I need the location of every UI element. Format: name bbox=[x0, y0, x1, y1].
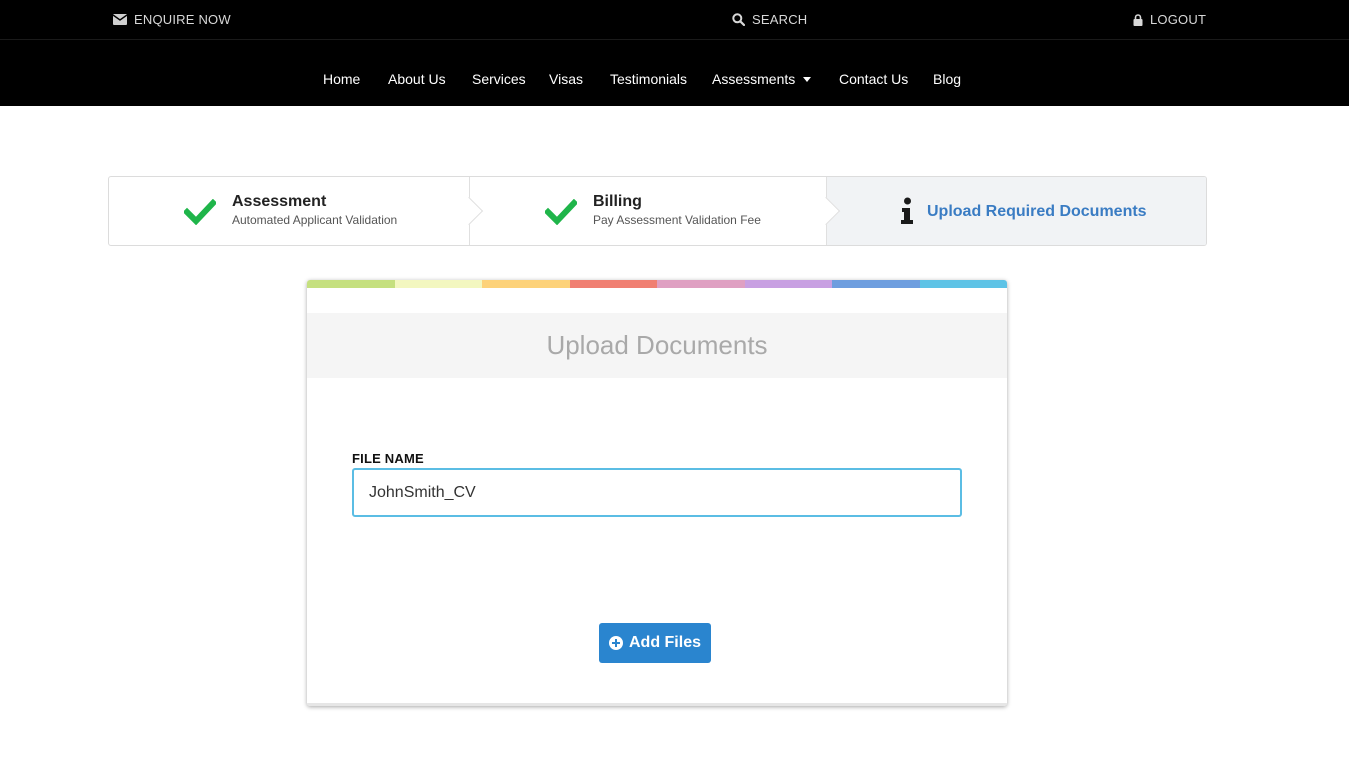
color-strip-segment bbox=[744, 280, 832, 288]
search-icon bbox=[732, 13, 745, 26]
nav-label: Services bbox=[472, 71, 526, 87]
nav-label: About Us bbox=[388, 71, 446, 87]
color-strip-segment bbox=[919, 280, 1007, 288]
search-label: SEARCH bbox=[752, 12, 808, 27]
step-billing: Billing Pay Assessment Validation Fee bbox=[469, 177, 826, 245]
nav-label: Home bbox=[323, 71, 361, 87]
color-strip-segment bbox=[569, 280, 657, 288]
step-title: Assessment bbox=[232, 193, 327, 210]
nav-item-assessments[interactable]: Assessments bbox=[712, 71, 812, 87]
file-name-input[interactable] bbox=[352, 468, 962, 517]
nav-item-contact-us[interactable]: Contact Us bbox=[839, 71, 908, 87]
color-strip bbox=[307, 280, 1007, 288]
plus-circle-icon bbox=[608, 636, 623, 650]
step-upload-documents: Upload Required Documents bbox=[826, 177, 1206, 245]
top-utility-bar: ENQUIRE NOW SEARCH LOGOUT bbox=[0, 0, 1349, 40]
info-icon bbox=[901, 197, 913, 224]
checkmark-icon bbox=[184, 199, 216, 225]
caret-down-icon bbox=[803, 76, 812, 82]
nav-item-visas[interactable]: Visas bbox=[549, 71, 583, 87]
nav-label: Visas bbox=[549, 71, 583, 87]
nav-item-services[interactable]: Services bbox=[472, 71, 526, 87]
file-name-label: FILE NAME bbox=[352, 451, 424, 466]
nav-label: Assessments bbox=[712, 71, 796, 87]
step-subtitle: Pay Assessment Validation Fee bbox=[593, 213, 761, 227]
main-navigation: Home About Us Services Visas Testimonial… bbox=[0, 40, 1349, 106]
step-subtitle: Automated Applicant Validation bbox=[232, 213, 398, 227]
step-assessment: Assessment Automated Applicant Validatio… bbox=[109, 177, 469, 245]
add-files-label: Add Files bbox=[628, 634, 701, 651]
color-strip-segment bbox=[394, 280, 482, 288]
step-title: Billing bbox=[593, 193, 642, 210]
upload-documents-card: Upload Documents FILE NAME Add Files bbox=[307, 280, 1007, 706]
color-strip-segment bbox=[307, 280, 395, 288]
add-files-button[interactable]: Add Files bbox=[599, 623, 711, 663]
nav-label: Contact Us bbox=[839, 71, 909, 87]
card-title: Upload Documents bbox=[546, 330, 768, 360]
card-bottom-border bbox=[307, 703, 1007, 706]
search-link[interactable]: SEARCH bbox=[732, 12, 807, 27]
enquire-now-link[interactable]: ENQUIRE NOW bbox=[113, 12, 231, 27]
nav-item-about-us[interactable]: About Us bbox=[388, 71, 446, 87]
logout-label: LOGOUT bbox=[1150, 12, 1207, 27]
nav-item-home[interactable]: Home bbox=[323, 71, 360, 87]
nav-item-blog[interactable]: Blog bbox=[933, 71, 961, 87]
checkmark-icon bbox=[545, 199, 577, 225]
color-strip-segment bbox=[832, 280, 920, 288]
nav-label: Blog bbox=[933, 71, 962, 87]
step-title: Upload Required Documents bbox=[927, 203, 1147, 220]
logout-link[interactable]: LOGOUT bbox=[1133, 12, 1206, 27]
enquire-now-label: ENQUIRE NOW bbox=[134, 12, 231, 27]
lock-icon bbox=[1133, 13, 1143, 26]
color-strip-segment bbox=[482, 280, 570, 288]
color-strip-segment bbox=[657, 280, 745, 288]
nav-item-testimonials[interactable]: Testimonials bbox=[610, 71, 687, 87]
envelope-icon bbox=[113, 14, 127, 25]
progress-steps: Assessment Automated Applicant Validatio… bbox=[108, 176, 1207, 246]
nav-label: Testimonials bbox=[610, 71, 688, 87]
